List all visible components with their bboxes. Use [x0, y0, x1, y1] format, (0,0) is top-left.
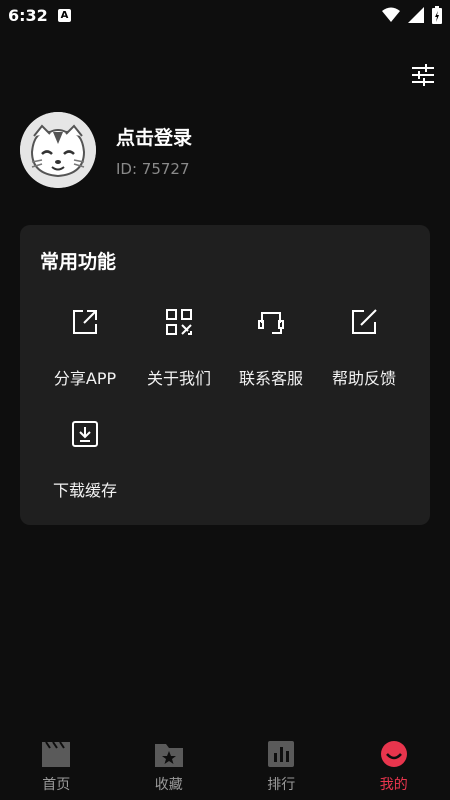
tab-home[interactable]: 首页 — [0, 730, 113, 800]
tab-home-label: 首页 — [42, 777, 71, 793]
status-icons — [382, 6, 442, 24]
download-icon — [72, 421, 98, 447]
tab-mine-label: 我的 — [379, 777, 408, 793]
login-link[interactable]: 点击登录 — [116, 123, 192, 150]
signal-icon — [408, 7, 424, 23]
download-cache-button[interactable]: 下载缓存 — [34, 419, 136, 501]
help-feedback-label: 帮助反馈 — [331, 369, 396, 388]
contact-service-label: 联系客服 — [238, 369, 303, 388]
share-icon — [73, 310, 97, 334]
avatar[interactable] — [20, 112, 96, 188]
about-us-label: 关于我们 — [146, 369, 211, 388]
cat-face-icon — [20, 112, 96, 188]
sliders-icon — [412, 64, 434, 86]
tab-favorites[interactable]: 收藏 — [113, 730, 226, 800]
edit-icon — [352, 309, 377, 334]
user-id: ID: 75727 — [116, 160, 190, 178]
folder-star-icon — [154, 744, 183, 767]
tab-ranking[interactable]: 排行 — [225, 730, 338, 800]
help-feedback-button[interactable]: 帮助反馈 — [313, 307, 415, 389]
tab-ranking-label: 排行 — [267, 777, 296, 793]
status-time: 6:32 — [8, 6, 48, 25]
contact-service-button[interactable]: 联系客服 — [220, 307, 322, 389]
smile-icon — [380, 741, 407, 767]
about-us-button[interactable]: 关于我们 — [128, 307, 230, 389]
download-cache-label: 下载缓存 — [52, 481, 117, 500]
common-functions-card: 常用功能 分享APP 关于我们 联系客服 帮助反馈 下载缓存 — [20, 225, 430, 525]
notification-icon: A — [58, 9, 71, 22]
share-app-button[interactable]: 分享APP — [34, 307, 136, 389]
bottom-tab-bar: 首页 收藏 排行 我的 — [0, 730, 450, 800]
tab-mine[interactable]: 我的 — [338, 730, 450, 800]
clapperboard-icon — [42, 741, 71, 767]
qr-code-icon — [166, 309, 192, 335]
tab-favorites-label: 收藏 — [154, 777, 183, 793]
card-title: 常用功能 — [40, 251, 117, 273]
wifi-icon — [382, 7, 400, 22]
share-app-label: 分享APP — [53, 369, 117, 388]
settings-button[interactable] — [410, 63, 436, 87]
bar-chart-icon — [268, 741, 295, 767]
headset-icon — [258, 312, 284, 334]
battery-icon — [432, 6, 442, 24]
status-bar: 6:32 A — [0, 0, 450, 32]
